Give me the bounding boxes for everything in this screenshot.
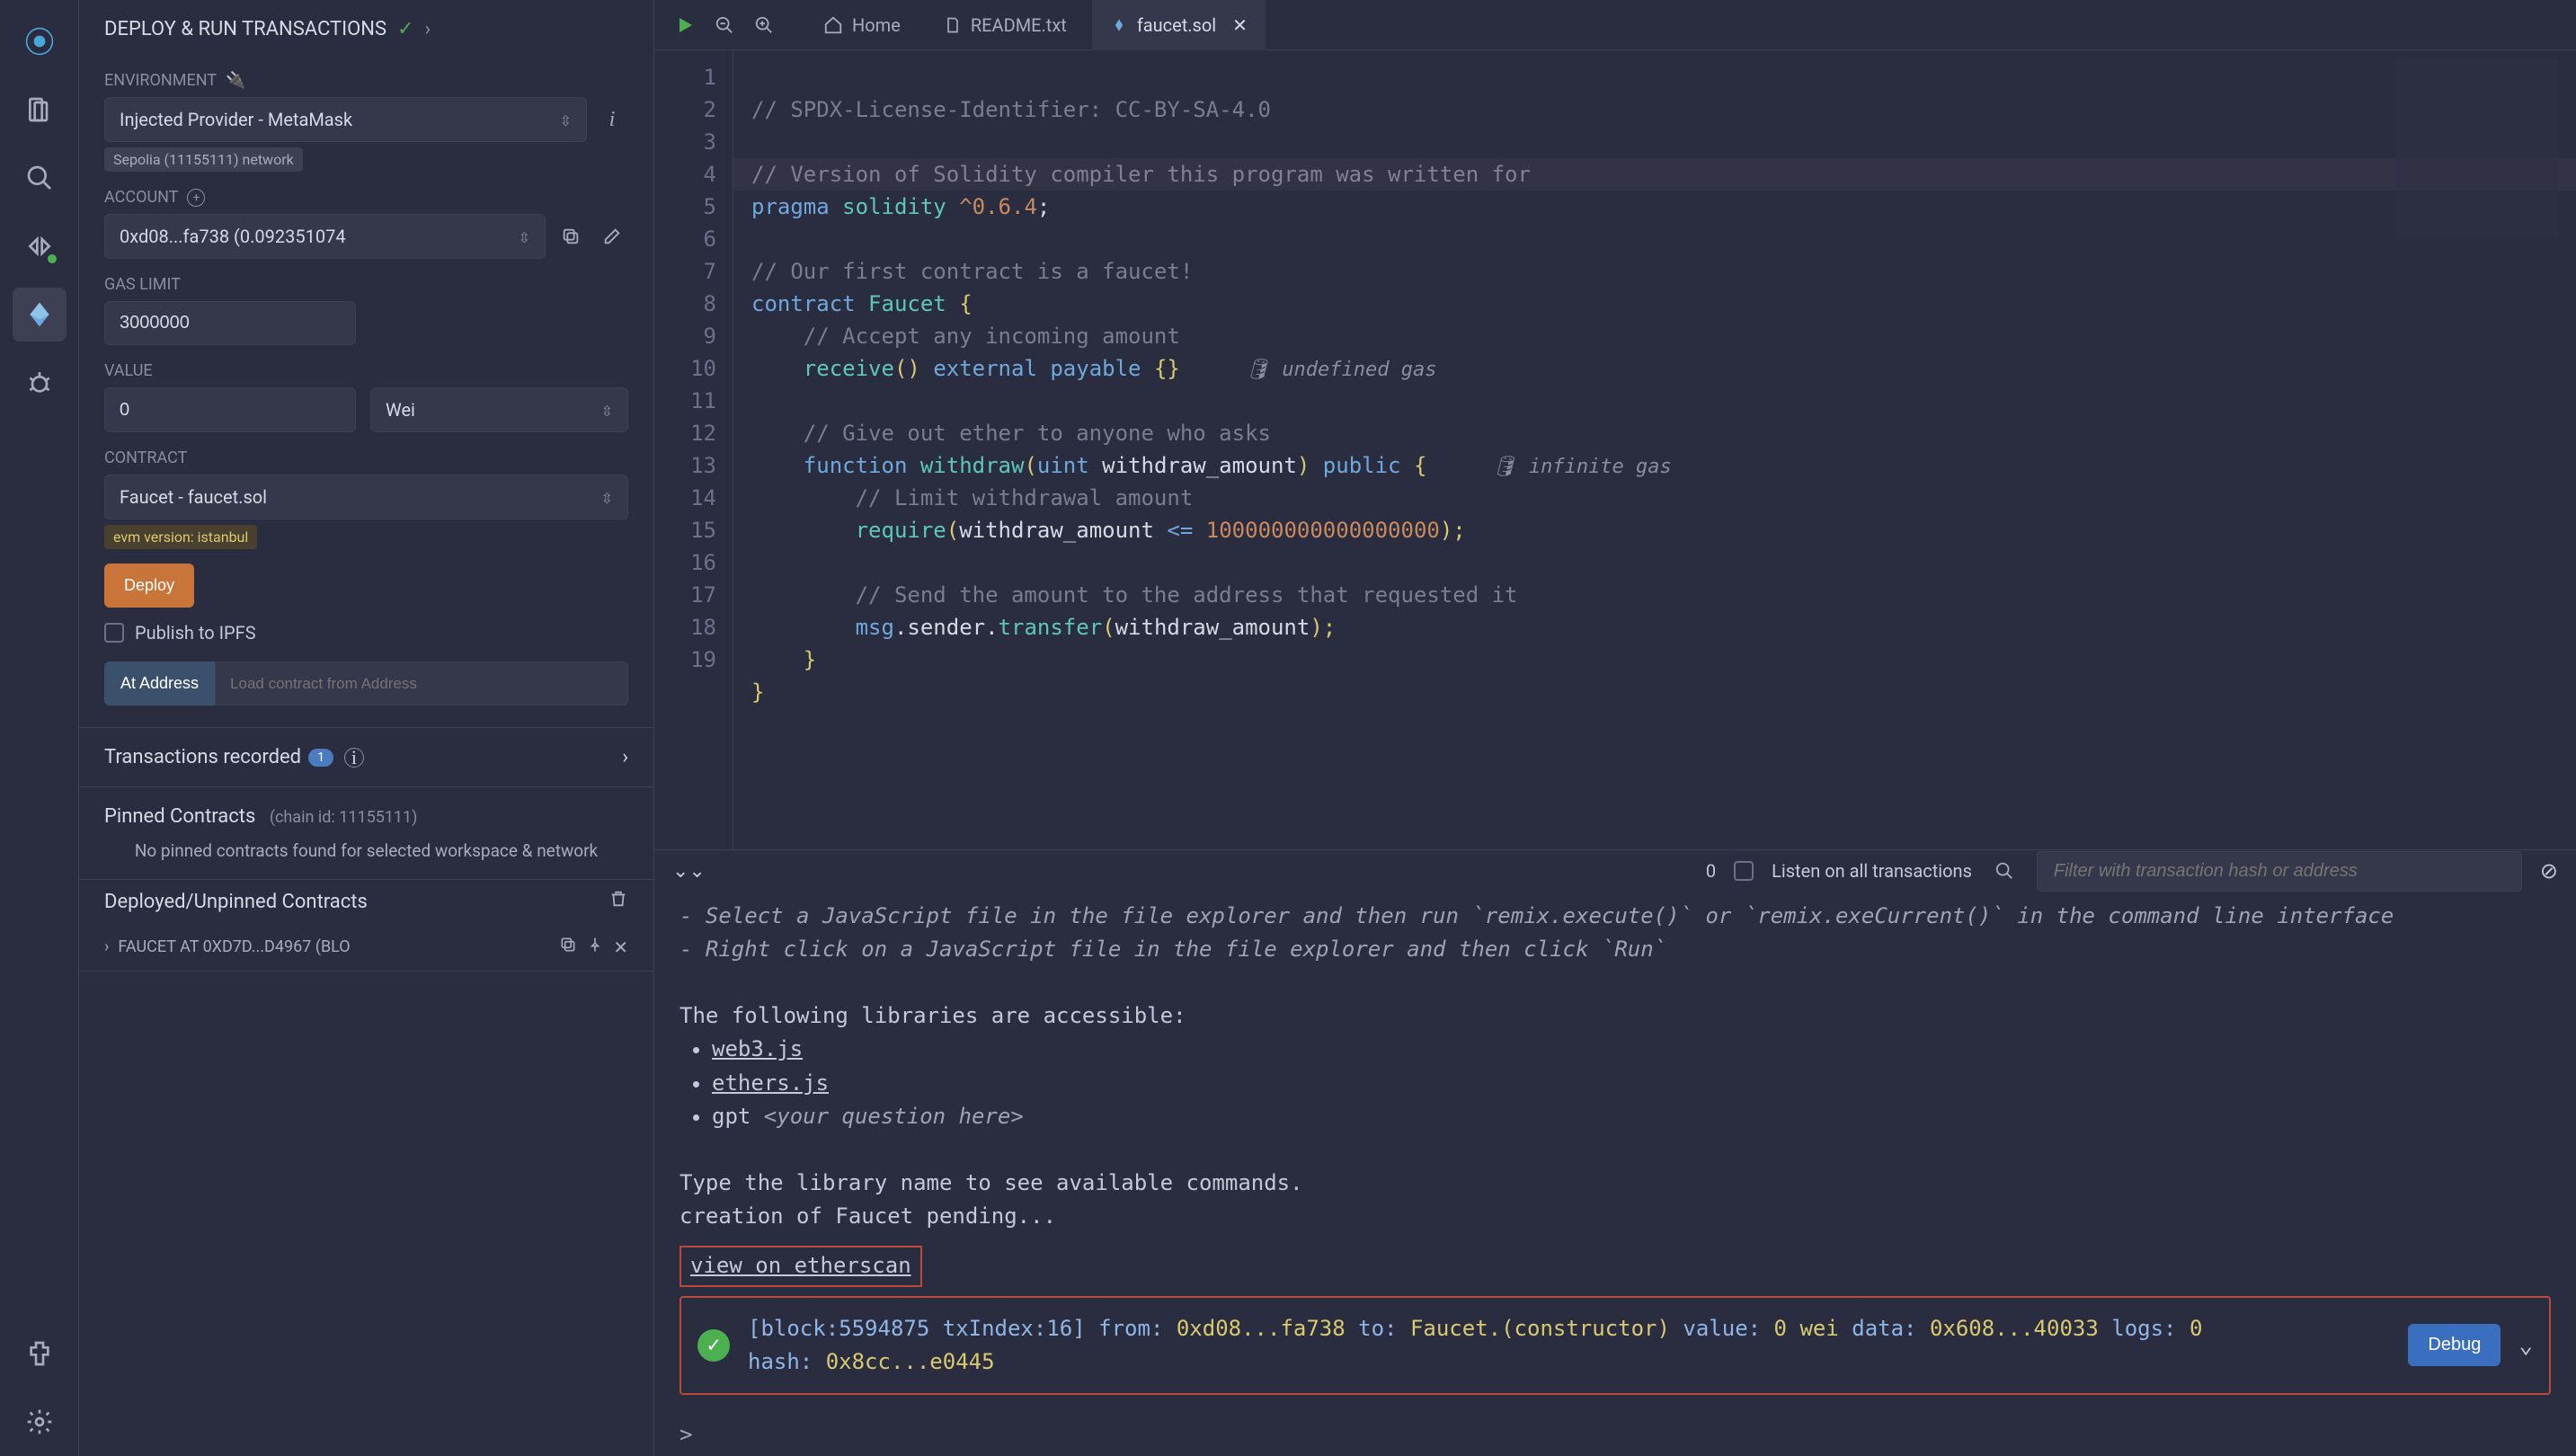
pinned-row: Pinned Contracts (chain id: 11155111) [79, 786, 653, 833]
env-info-icon[interactable]: i [596, 103, 628, 136]
value-input[interactable] [104, 387, 356, 432]
at-address-input[interactable] [215, 661, 628, 706]
tab-readme[interactable]: README.txt [926, 0, 1085, 50]
plug-icon: 🔌 [226, 71, 245, 90]
chevron-updown-icon [560, 109, 572, 130]
deploy-run-icon[interactable] [13, 288, 67, 342]
chevron-right-icon: › [104, 937, 109, 956]
at-address-button[interactable]: At Address [104, 661, 215, 706]
chevron-right-icon[interactable]: › [424, 18, 431, 40]
evm-chip: evm version: istanbul [104, 525, 257, 549]
debug-button[interactable]: Debug [2408, 1324, 2500, 1366]
ethers-link[interactable]: ethers.js [712, 1070, 829, 1096]
check-icon: ✓ [397, 18, 413, 40]
publish-ipfs-checkbox[interactable] [104, 623, 124, 643]
tx-recorded-row[interactable]: Transactions recorded 1 i › [79, 727, 653, 786]
run-icon[interactable] [669, 9, 701, 41]
gas-label: GAS LIMIT [104, 275, 628, 294]
search-icon[interactable] [13, 151, 67, 205]
chevron-down-icon[interactable]: ⌄ [2518, 1327, 2533, 1363]
zoom-out-icon[interactable] [708, 9, 741, 41]
code-editor[interactable]: 12345678910111213141516171819 // SPDX-Li… [654, 50, 2576, 849]
chevron-right-icon: › [622, 746, 628, 768]
account-plus-icon[interactable]: + [187, 189, 205, 207]
value-label: VALUE [104, 361, 628, 380]
listen-checkbox[interactable] [1734, 861, 1754, 881]
view-etherscan-link[interactable]: view on etherscan [680, 1246, 922, 1286]
deployed-contract-item[interactable]: › FAUCET AT 0XD7D...D4967 (BLO ✕ [79, 923, 653, 972]
network-chip: Sepolia (11155111) network [104, 147, 303, 172]
debugger-icon[interactable] [13, 356, 67, 410]
env-label: ENVIRONMENT [104, 71, 217, 90]
line-gutter: 12345678910111213141516171819 [654, 50, 733, 849]
web3-link[interactable]: web3.js [712, 1036, 803, 1061]
plugin-manager-icon[interactable] [13, 1327, 67, 1381]
tx-count-badge: 1 [308, 749, 333, 767]
copy-account-icon[interactable] [555, 220, 587, 253]
gas-input[interactable] [104, 301, 356, 345]
listen-label: Listen on all transactions [1772, 860, 1972, 882]
listen-count: 0 [1706, 860, 1716, 882]
account-label: ACCOUNT [104, 188, 178, 207]
file-explorer-icon[interactable] [13, 83, 67, 137]
clear-filter-icon[interactable]: ⊘ [2540, 858, 2558, 883]
contract-select[interactable]: Faucet - faucet.sol [104, 475, 628, 519]
trash-icon[interactable] [608, 889, 628, 914]
compiler-icon[interactable] [13, 219, 67, 273]
terminal-search-icon[interactable] [1990, 857, 2019, 885]
env-select[interactable]: Injected Provider - MetaMask [104, 97, 587, 142]
terminal-output: - Select a JavaScript file in the file e… [654, 892, 2576, 1413]
copy-icon[interactable] [559, 936, 577, 958]
chevron-updown-icon [601, 399, 613, 421]
deployed-row: Deployed/Unpinned Contracts [79, 879, 653, 923]
tab-faucet[interactable]: faucet.sol ✕ [1092, 0, 1266, 50]
compile-success-dot [46, 253, 58, 265]
close-tab-icon[interactable]: ✕ [1232, 14, 1248, 36]
settings-icon[interactable] [13, 1395, 67, 1449]
pin-icon[interactable] [586, 936, 604, 958]
zoom-in-icon[interactable] [748, 9, 780, 41]
value-unit-select[interactable]: Wei [370, 387, 628, 432]
pinned-empty-text: No pinned contracts found for selected w… [79, 833, 653, 879]
minimap[interactable] [2396, 59, 2558, 239]
panel-header: DEPLOY & RUN TRANSACTIONS ✓ › [79, 0, 653, 55]
contract-label: CONTRACT [104, 448, 628, 467]
deploy-button[interactable]: Deploy [104, 564, 194, 608]
transaction-log[interactable]: ✓ [block:5594875 txIndex:16] from: 0xd08… [680, 1296, 2551, 1395]
close-icon[interactable]: ✕ [613, 937, 628, 958]
publish-ipfs-label: Publish to IPFS [135, 622, 256, 644]
tx-success-icon: ✓ [697, 1329, 730, 1362]
chevron-updown-icon [601, 486, 613, 508]
terminal-prompt[interactable]: > [654, 1413, 2576, 1456]
info-icon[interactable]: i [344, 748, 364, 768]
edit-account-icon[interactable] [596, 220, 628, 253]
chevron-updown-icon [519, 226, 530, 247]
panel-title: DEPLOY & RUN TRANSACTIONS [104, 18, 386, 40]
remix-logo[interactable] [13, 14, 67, 68]
account-select[interactable]: 0xd08...fa738 (0.092351074 [104, 214, 546, 259]
terminal-filter-input[interactable] [2037, 851, 2522, 892]
tab-home[interactable]: Home [805, 0, 919, 50]
terminal-collapse-icon[interactable]: ⌄⌄ [672, 860, 706, 883]
